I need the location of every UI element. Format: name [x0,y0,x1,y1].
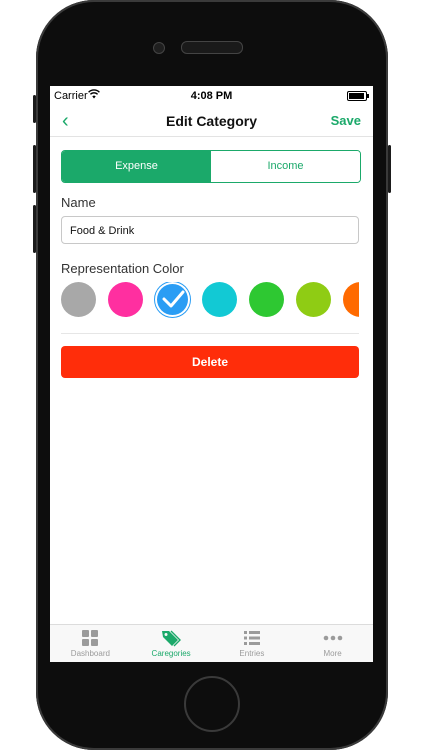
checkmark-icon [162,290,185,308]
tab-label: More [323,649,342,658]
status-time: 4:08 PM [190,90,233,102]
divider [61,333,359,334]
color-swatch-row[interactable] [61,282,359,318]
type-segmented-control: Expense Income [61,150,361,183]
tag-icon [131,629,212,649]
volume-down-button [33,205,36,253]
color-swatch-orange[interactable] [343,282,359,317]
tab-label: Caregories [151,649,191,658]
list-icon [212,629,293,649]
screen: Carrier 4:08 PM ‹ Edit Category Save Exp… [50,86,373,662]
color-swatch-lime[interactable] [296,282,331,317]
color-swatch-blue-selected[interactable] [155,282,190,317]
more-icon [292,629,373,649]
home-button[interactable] [184,676,240,732]
status-bar: Carrier 4:08 PM [50,86,373,106]
tab-label: Dashboard [70,649,110,658]
power-button [388,145,391,193]
page-title: Edit Category [165,113,257,129]
color-swatch-green[interactable] [249,282,284,317]
color-swatch-pink[interactable] [108,282,143,317]
color-swatch-gray[interactable] [61,282,96,317]
segment-income[interactable]: Income [211,151,360,182]
camera [153,42,165,54]
battery-icon [347,91,369,101]
speaker [181,41,243,54]
name-field[interactable]: Food & Drink [61,216,359,244]
tab-dashboard[interactable]: Dashboard [50,625,131,662]
volume-up-button [33,145,36,193]
tab-entries[interactable]: Entries [212,625,293,662]
color-label: Representation Color [61,261,184,276]
tab-bar: Dashboard Caregories Entries More [50,624,373,662]
tab-label: Entries [239,649,265,658]
tab-more[interactable]: More [292,625,373,662]
mute-switch [33,95,36,123]
navigation-bar: ‹ Edit Category Save [50,106,373,137]
name-label: Name [61,195,96,210]
grid-icon [50,629,131,649]
tab-categories[interactable]: Caregories [131,625,212,662]
segment-expense[interactable]: Expense [62,151,211,182]
color-swatch-cyan[interactable] [202,282,237,317]
save-button[interactable]: Save [331,113,361,128]
delete-button[interactable]: Delete [61,346,359,378]
